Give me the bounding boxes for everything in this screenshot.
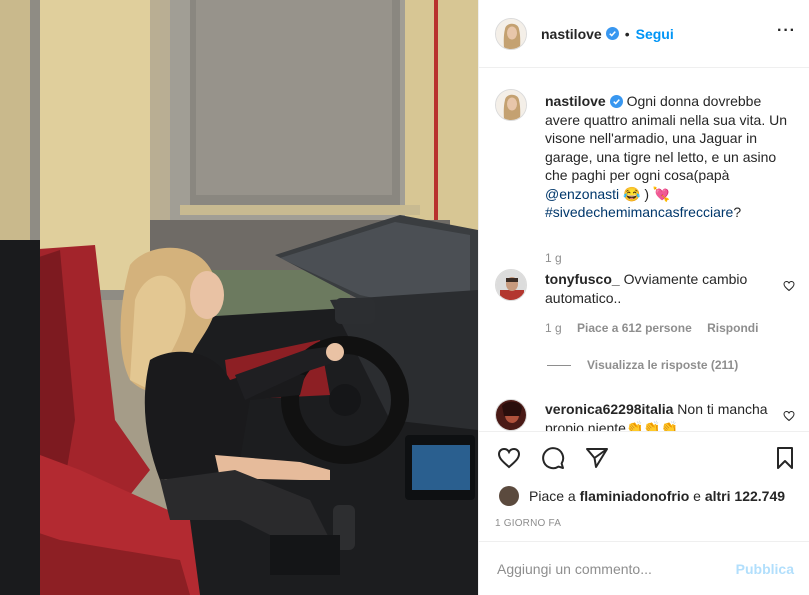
separator-dot: • [624, 25, 630, 42]
caption-hashtag[interactable]: #sivedechemimancasfrecciare [545, 204, 733, 220]
view-replies-label: Visualizza le risposte (211) [587, 358, 739, 372]
caption-emojis: 😂 ) 💘 [619, 185, 671, 202]
caption-author-avatar[interactable] [495, 89, 527, 121]
like-comment-heart-icon[interactable] [783, 410, 795, 422]
verified-badge-icon [609, 95, 623, 108]
replies-divider [547, 364, 571, 366]
caption-meta: 1 g [545, 251, 574, 265]
heart-icon[interactable] [497, 446, 521, 470]
caption: nastilove Ogni donna dovrebbe avere quat… [495, 89, 795, 269]
verified-badge-icon [605, 27, 619, 40]
comment-item: tonyfusco_ Ovviamente cambio automatico.… [495, 269, 795, 349]
publish-button[interactable]: Pubblica [736, 561, 794, 577]
caption-username[interactable]: nastilove [545, 93, 606, 109]
follow-button[interactable]: Segui [636, 26, 674, 42]
add-comment-bar: Pubblica [479, 541, 809, 595]
likes-prefix: Piace a [529, 488, 576, 504]
caption-text: nastilove Ogni donna dovrebbe avere quat… [545, 92, 797, 222]
liker-avatar[interactable] [499, 486, 519, 506]
post-photo-illustration [0, 0, 478, 595]
paper-plane-icon[interactable] [585, 446, 609, 470]
comment-text: tonyfusco_ Ovviamente cambio automatico.… [545, 270, 797, 307]
post-details-panel: nastilove • Segui ··· nastilove Ogni don… [478, 0, 809, 595]
liker-username[interactable]: flaminiadonofrio [580, 488, 690, 504]
comment-time: 1 g [545, 321, 562, 335]
view-replies-button[interactable]: Visualizza le risposte (211) [547, 358, 738, 372]
comment-username[interactable]: veronica62298italia [545, 401, 673, 417]
caption-mention[interactable]: @enzonasti [545, 186, 619, 202]
reply-button[interactable]: Rispondi [707, 321, 758, 335]
bookmark-icon[interactable] [773, 446, 797, 470]
comment-username[interactable]: tonyfusco_ [545, 271, 620, 287]
post-header: nastilove • Segui ··· [479, 0, 809, 68]
action-bar [479, 431, 809, 481]
commenter-avatar[interactable] [495, 399, 527, 431]
commenter-avatar[interactable] [495, 269, 527, 301]
comment-item: veronica62298italia Non ti mancha propio… [495, 399, 795, 431]
comments-list[interactable]: nastilove Ogni donna dovrebbe avere quat… [479, 69, 809, 431]
like-comment-heart-icon[interactable] [783, 280, 795, 292]
caption-time: 1 g [545, 251, 562, 265]
post-date[interactable]: 1 GIORNO FA [495, 518, 561, 529]
more-options-icon[interactable]: ··· [777, 22, 796, 40]
likes-others[interactable]: altri 122.749 [705, 488, 785, 504]
comment-input[interactable] [497, 560, 736, 577]
caption-end: ? [733, 204, 742, 220]
post-photo[interactable] [0, 0, 478, 595]
likes-summary: Piace a flaminiadonofrio e altri 122.749 [499, 486, 785, 506]
likes-middle: e [693, 488, 701, 504]
comment-likes[interactable]: Piace a 612 persone [577, 321, 692, 335]
comment-icon[interactable] [541, 446, 565, 470]
comment-meta: 1 g Piace a 612 persone Rispondi [545, 321, 770, 335]
author-username[interactable]: nastilove [541, 26, 602, 42]
comment-text: veronica62298italia Non ti mancha propio… [545, 400, 797, 431]
author-avatar[interactable] [495, 17, 527, 50]
